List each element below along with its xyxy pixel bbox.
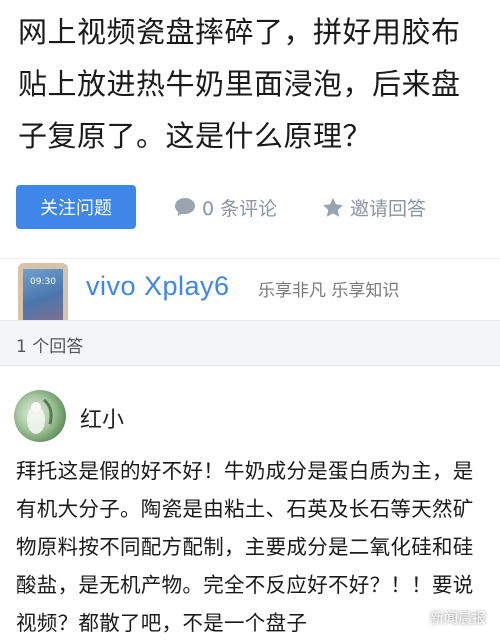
author-name[interactable]: 红小: [80, 402, 124, 434]
ad-banner[interactable]: 09:30 vivo Xplay6 乐享非凡 乐享知识: [0, 258, 500, 321]
ad-brand-logo: vivo Xplay6: [86, 271, 230, 301]
ad-slogan: 乐享非凡 乐享知识: [258, 281, 400, 301]
phone-time: 09:30: [30, 277, 56, 287]
invite-answer-link[interactable]: 邀请回答: [322, 185, 426, 229]
comments-link[interactable]: 0 条评论: [174, 185, 277, 229]
star-icon: [323, 197, 343, 217]
answer-count: 1 个回答: [16, 337, 84, 357]
speech-bubble-icon: [175, 198, 195, 216]
avatar-image: [27, 398, 53, 434]
phone-screen: 09:30: [23, 269, 63, 321]
question-title: 网上视频瓷盘摔碎了，拼好用胶布贴上放进热牛奶里面浸泡，后来盘子复原了。这是什么原…: [18, 15, 461, 153]
follow-question-button[interactable]: 关注问题: [16, 185, 136, 229]
answer-count-bar: 1 个回答: [0, 320, 500, 366]
invite-label: 邀请回答: [350, 197, 427, 220]
avatar[interactable]: [14, 390, 66, 442]
question-action-bar: 关注问题 0 条评论 邀请回答: [0, 180, 500, 238]
watermark: 新闻晨报: [404, 608, 486, 628]
watermark-label: 新闻晨报: [430, 611, 486, 627]
wechat-icon: [404, 610, 425, 626]
phone-image: 09:30: [18, 263, 68, 321]
answer-item[interactable]: 红小 拜托这是假的好不好！牛奶成分是蛋白质为主，是有机大分子。陶瓷是由粘土、石英…: [0, 366, 500, 640]
comments-label: 0 条评论: [202, 197, 278, 220]
